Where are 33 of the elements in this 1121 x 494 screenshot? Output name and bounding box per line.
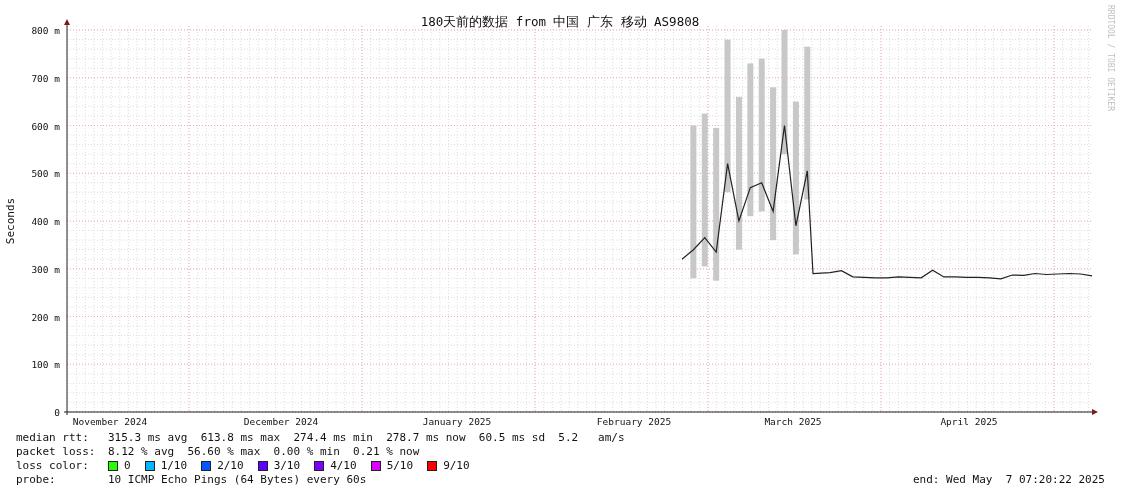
probe-label: probe:	[16, 473, 57, 487]
loss-level-label: 5/10	[386, 459, 414, 473]
stat-label: packet loss:	[16, 445, 97, 459]
x-tick-label: February 2025	[596, 416, 672, 427]
chart-title: 180天前的数据 from 中国 广东 移动 AS9808	[420, 14, 700, 29]
y-tick-label: 300 m	[31, 263, 60, 275]
stat-label: median rtt:	[16, 431, 90, 445]
y-tick-label: 600 m	[31, 120, 60, 132]
y-tick-label: 400 m	[31, 216, 60, 227]
watermark: RRDTOOL / TOBI OETIKER	[1106, 5, 1115, 111]
loss-level-label: 4/10	[330, 459, 357, 473]
loss-level-label: 9/10	[443, 459, 470, 473]
loss-level-label: 0	[124, 459, 131, 473]
y-tick-label: 0	[54, 407, 60, 418]
probe-description: 10 ICMP Echo Pings (64 Bytes) every 60s	[108, 473, 367, 487]
end-time: end: Wed May 7 07:20:22 2025	[912, 473, 1105, 487]
x-tick-label: November 2024	[72, 416, 148, 427]
x-tick-label: January 2025	[422, 416, 492, 427]
loss-color-label: loss color:	[16, 459, 90, 473]
y-tick-label: 100 m	[31, 359, 60, 371]
loss-level-label: 2/10	[217, 459, 244, 473]
loss-level-label: 3/10	[273, 459, 301, 473]
stat-values: 8.12 % avg 56.60 % max 0.00 % min 0.21 % now	[108, 445, 420, 459]
x-tick-label: December 2024	[243, 416, 319, 427]
loss-level-label: 1/10	[160, 459, 188, 473]
y-tick-label: 800 m	[31, 25, 60, 36]
x-tick-label: March 2025	[764, 416, 822, 427]
y-tick-label: 200 m	[31, 311, 60, 323]
y-tick-label: 500 m	[31, 168, 60, 180]
stat-values: 315.3 ms avg 613.8 ms max 274.4 ms min 278.7 ms now 60.5 ms sd 5.2 am/s	[108, 431, 625, 445]
y-tick-label: 700 m	[31, 72, 60, 84]
x-tick-label: April 2025	[940, 416, 998, 427]
y-axis-label: Seconds	[4, 197, 17, 245]
